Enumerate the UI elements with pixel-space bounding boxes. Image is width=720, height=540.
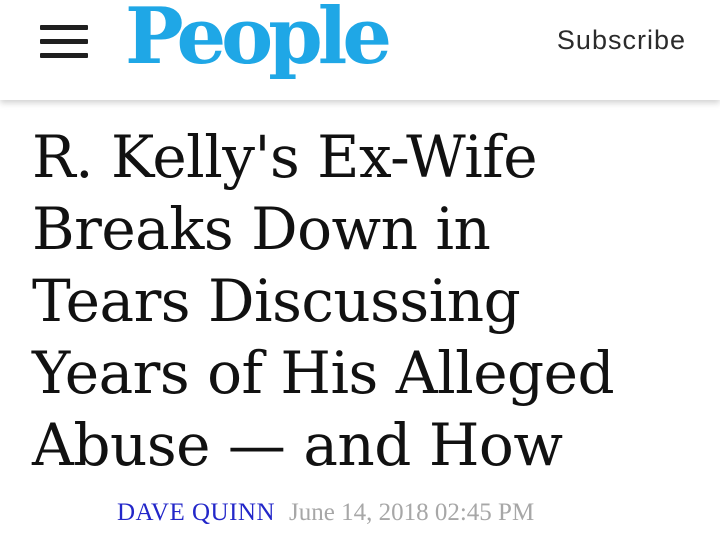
article-page: People Subscribe R. Kelly's Ex-Wife Brea…	[0, 0, 720, 540]
menu-icon-bar	[40, 25, 88, 30]
headline-line: Breaks Down in	[32, 195, 491, 263]
headline-line: R. Kelly's Ex-Wife	[32, 123, 538, 191]
author-link[interactable]: DAVE QUINN	[117, 499, 275, 526]
article-headline: R. Kelly's Ex-Wife Breaks Down in Tears …	[32, 121, 682, 481]
article-byline: DAVE QUINN June 14, 2018 02:45 PM	[117, 495, 534, 531]
hamburger-menu-icon	[40, 24, 88, 58]
headline-line: Abuse — and How	[32, 411, 563, 479]
subscribe-button[interactable]: Subscribe	[557, 20, 686, 60]
headline-line: Tears Discussing	[32, 267, 521, 335]
site-header: People Subscribe	[0, 0, 720, 100]
headline-line: Years of His Alleged	[32, 339, 615, 407]
publish-date: June 14, 2018 02:45 PM	[289, 499, 535, 526]
people-logo[interactable]: People	[125, 0, 392, 87]
menu-button[interactable]	[34, 18, 94, 64]
menu-icon-bar	[40, 39, 88, 44]
menu-icon-bar	[40, 53, 88, 58]
